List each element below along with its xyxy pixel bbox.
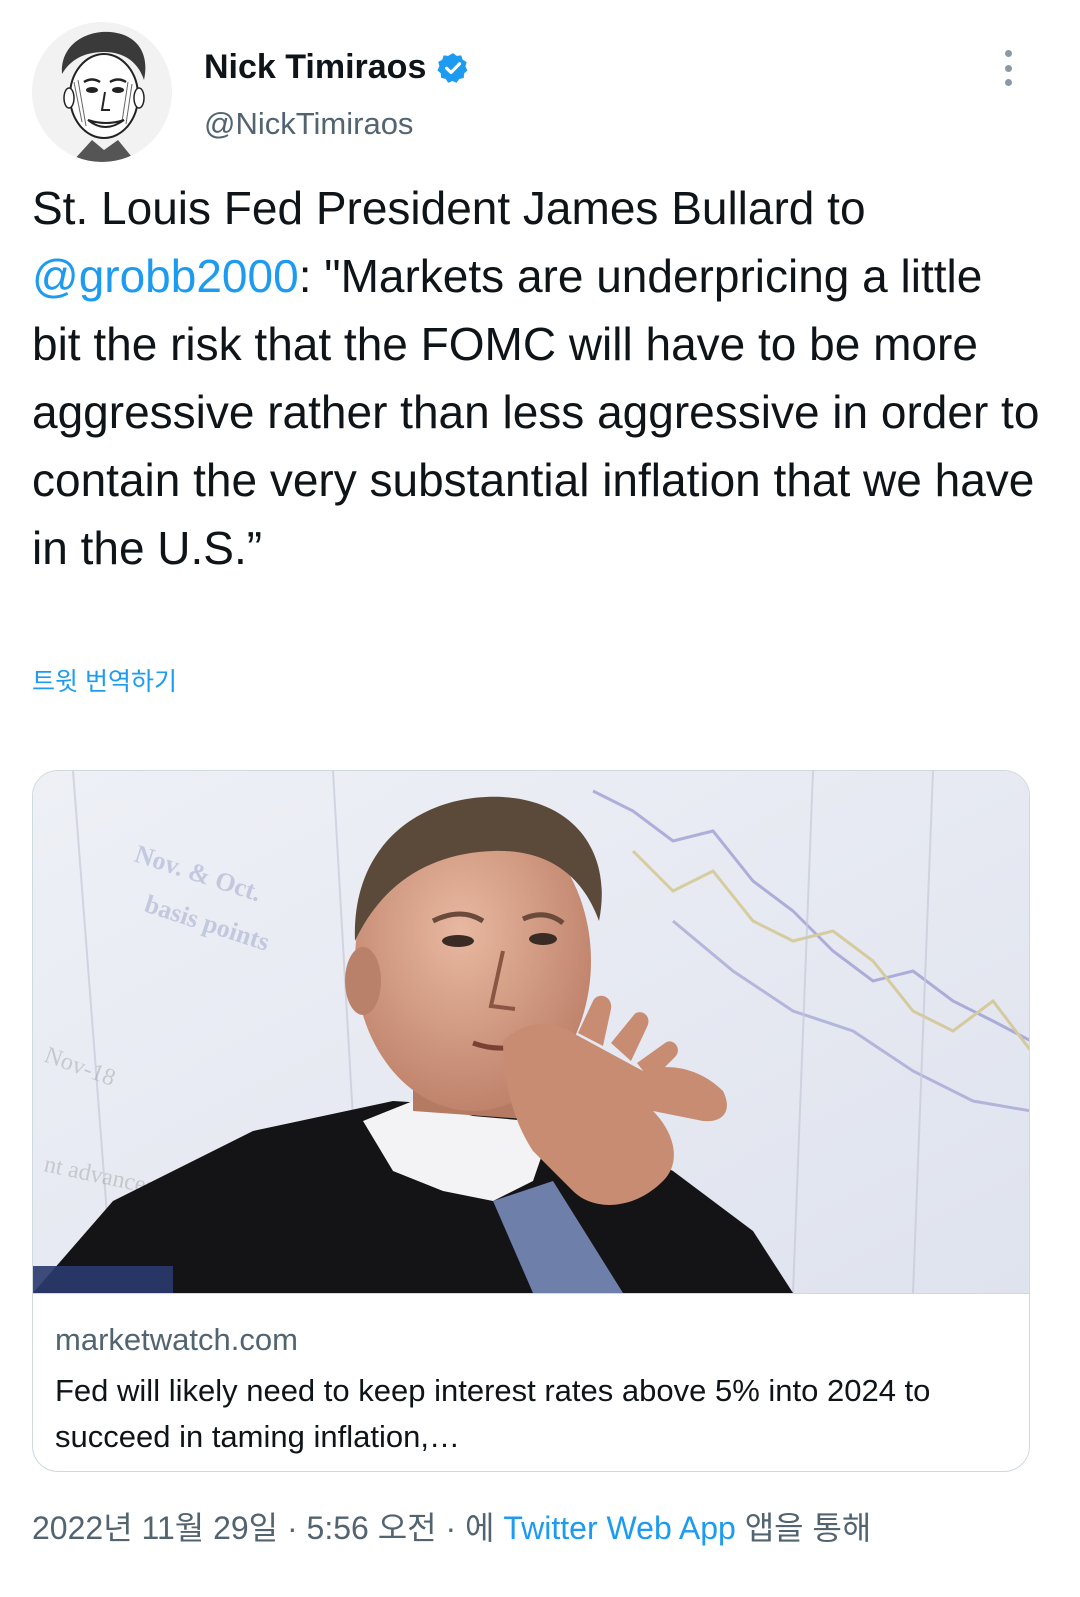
more-options-icon[interactable] bbox=[992, 46, 1024, 90]
card-image[interactable]: Nov. & Oct. basis points Nov-18 nt advan… bbox=[33, 771, 1029, 1293]
footer-separator: · bbox=[278, 1510, 307, 1546]
author-name[interactable]: Nick Timiraos bbox=[204, 48, 470, 87]
tweet: Nick Timiraos @NickTimiraos St. Louis Fe… bbox=[0, 0, 1080, 1597]
footer-separator: · bbox=[436, 1510, 466, 1546]
via-suffix: 앱을 통해 bbox=[735, 1510, 872, 1546]
mention-link[interactable]: @grobb2000 bbox=[32, 250, 299, 302]
card-domain: marketwatch.com bbox=[55, 1322, 298, 1357]
author-portrait-sketch bbox=[32, 22, 172, 162]
tweet-footer: 2022년 11월 29일 · 5:56 오전 · 에 Twitter Web … bbox=[32, 1503, 871, 1549]
translate-tweet-link[interactable]: 트윗 번역하기 bbox=[32, 662, 177, 698]
via-prefix: 에 bbox=[465, 1510, 504, 1546]
card-photo-speaker: Nov. & Oct. basis points Nov-18 nt advan… bbox=[33, 771, 1029, 1293]
card-title: Fed will likely need to keep interest ra… bbox=[55, 1373, 931, 1454]
source-app-link[interactable]: Twitter Web App bbox=[503, 1510, 735, 1546]
author-handle[interactable]: @NickTimiraos bbox=[204, 106, 413, 142]
verified-badge-icon bbox=[436, 51, 470, 85]
tweet-date[interactable]: 2022년 11월 29일 bbox=[32, 1510, 278, 1546]
author-avatar[interactable] bbox=[32, 22, 172, 162]
link-preview-card[interactable]: Nov. & Oct. basis points Nov-18 nt advan… bbox=[32, 770, 1030, 1472]
tweet-time[interactable]: 5:56 오전 bbox=[307, 1510, 437, 1546]
tweet-text-part1: St. Louis Fed President James Bullard to bbox=[32, 182, 866, 234]
card-meta[interactable]: marketwatch.com Fed will likely need to … bbox=[33, 1293, 1029, 1471]
tweet-text: St. Louis Fed President James Bullard to… bbox=[32, 174, 1042, 582]
author-name-text[interactable]: Nick Timiraos bbox=[204, 48, 426, 87]
